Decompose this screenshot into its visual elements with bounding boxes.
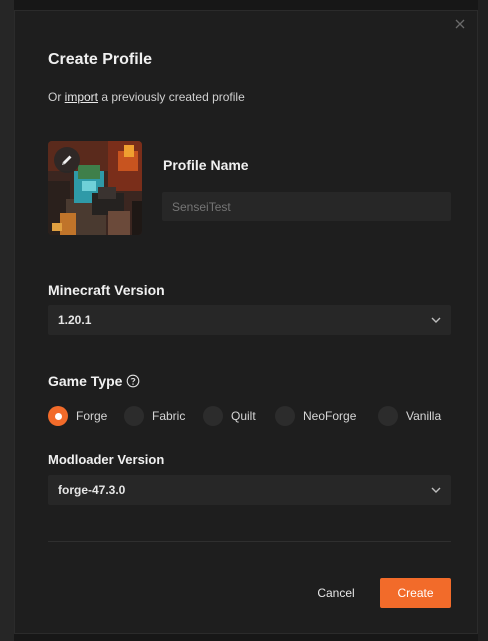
modloader-version-label: Modloader Version (48, 452, 165, 467)
chevron-down-icon (431, 317, 441, 323)
create-profile-modal: Create Profile Or import a previously cr… (14, 10, 478, 634)
pencil-icon (62, 155, 72, 165)
modloader-version-select[interactable]: forge-47.3.0 (48, 475, 451, 505)
radio-unselected (124, 406, 144, 426)
game-type-label: Game Type (48, 373, 140, 391)
game-type-quilt[interactable]: Quilt (203, 405, 256, 427)
game-type-forge-label: Forge (76, 409, 108, 423)
edit-avatar-badge (54, 147, 80, 173)
minecraft-version-label: Minecraft Version (48, 282, 165, 298)
game-type-fabric[interactable]: Fabric (124, 405, 185, 427)
import-hint: Or import a previously created profile (48, 90, 245, 104)
game-type-forge[interactable]: Forge (48, 405, 107, 427)
backdrop-right-edge (478, 0, 488, 641)
import-link[interactable]: import (65, 90, 98, 104)
game-type-label-text: Game Type (48, 373, 123, 389)
radio-unselected (203, 406, 223, 426)
game-type-neoforge[interactable]: NeoForge (275, 405, 356, 427)
close-button[interactable] (453, 17, 467, 31)
minecraft-version-value: 1.20.1 (58, 313, 92, 327)
modal-title: Create Profile (48, 51, 153, 68)
game-type-quilt-label: Quilt (231, 409, 256, 423)
cancel-button[interactable]: Cancel (306, 578, 366, 608)
close-icon (455, 19, 465, 29)
game-type-vanilla[interactable]: Vanilla (378, 405, 441, 427)
help-icon[interactable] (126, 374, 140, 391)
create-button[interactable]: Create (380, 578, 451, 608)
game-type-vanilla-label: Vanilla (406, 409, 442, 423)
question-circle-icon (127, 374, 140, 388)
modloader-version-value: forge-47.3.0 (58, 483, 126, 497)
radio-unselected (378, 406, 398, 426)
radio-selected (48, 406, 68, 426)
profile-name-input[interactable] (162, 192, 451, 221)
backdrop-left-edge (0, 0, 14, 641)
game-type-radio-group: Forge Fabric Quilt NeoForge Vanilla (48, 405, 458, 427)
footer-divider (48, 541, 451, 542)
minecraft-version-select[interactable]: 1.20.1 (48, 305, 451, 335)
import-prefix: Or (48, 90, 65, 104)
game-type-neoforge-label: NeoForge (303, 409, 357, 423)
chevron-down-icon (431, 487, 441, 493)
game-type-fabric-label: Fabric (152, 409, 186, 423)
profile-avatar-button[interactable] (48, 141, 142, 235)
import-suffix: a previously created profile (98, 90, 245, 104)
radio-unselected (275, 406, 295, 426)
profile-name-label: Profile Name (163, 157, 249, 173)
